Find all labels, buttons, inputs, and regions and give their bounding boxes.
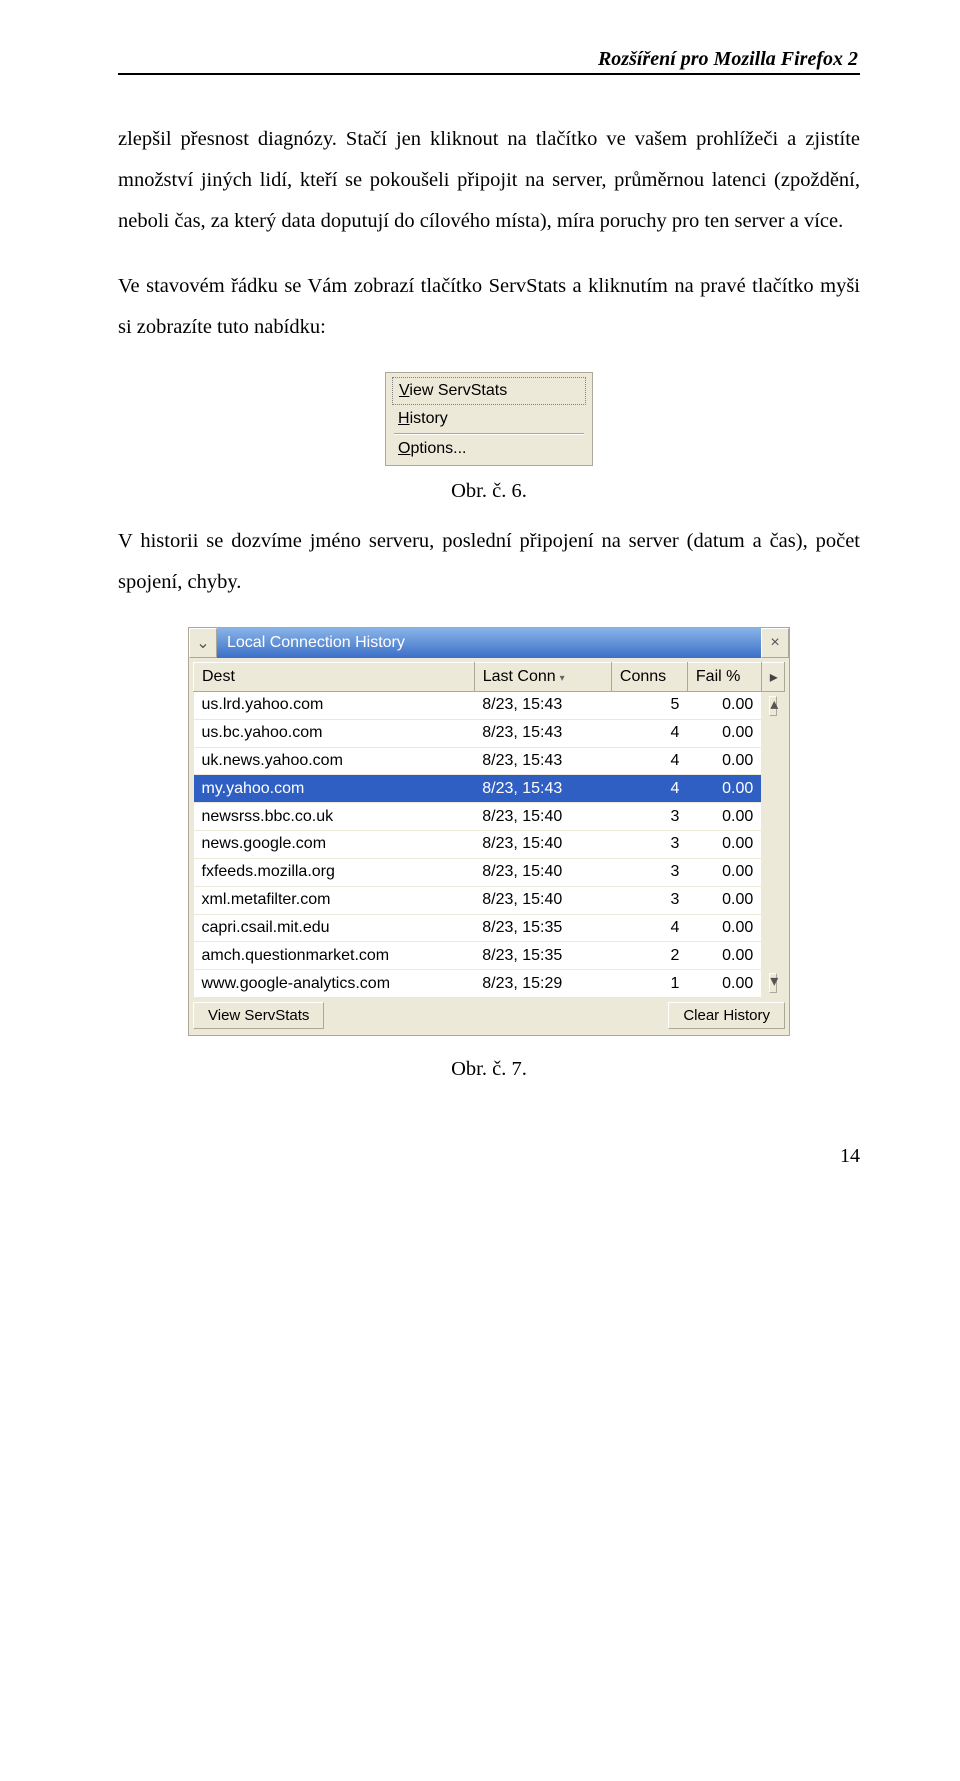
menu-separator xyxy=(394,433,584,435)
th-last[interactable]: Last Conn▾ xyxy=(474,663,611,692)
cell-fail: 0.00 xyxy=(687,803,761,831)
cell-last-conn: 8/23, 15:43 xyxy=(474,747,611,775)
header-rule xyxy=(118,73,860,75)
cell-conns: 5 xyxy=(611,692,687,720)
running-header: Rozšíření pro Mozilla Firefox 2 xyxy=(118,48,860,71)
clear-history-button[interactable]: Clear History xyxy=(668,1002,785,1029)
table-row[interactable]: us.lrd.yahoo.com8/23, 15:4350.00▴▾ xyxy=(194,692,785,720)
cell-conns: 2 xyxy=(611,942,687,970)
table-row[interactable]: www.google-analytics.com8/23, 15:2910.00 xyxy=(194,970,785,998)
cell-dest: capri.csail.mit.edu xyxy=(194,914,475,942)
view-servstats-button[interactable]: View ServStats xyxy=(193,1002,324,1029)
th-conns[interactable]: Conns xyxy=(611,663,687,692)
cell-fail: 0.00 xyxy=(687,970,761,998)
paragraph-2: Ve stavovém řádku se Vám zobrazí tlačítk… xyxy=(118,266,860,348)
cell-fail: 0.00 xyxy=(687,692,761,720)
cell-last-conn: 8/23, 15:43 xyxy=(474,775,611,803)
cell-last-conn: 8/23, 15:35 xyxy=(474,914,611,942)
cell-conns: 3 xyxy=(611,886,687,914)
cell-fail: 0.00 xyxy=(687,747,761,775)
cell-conns: 3 xyxy=(611,803,687,831)
cell-last-conn: 8/23, 15:40 xyxy=(474,803,611,831)
cell-last-conn: 8/23, 15:43 xyxy=(474,692,611,720)
cell-dest: amch.questionmarket.com xyxy=(194,942,475,970)
paragraph-1: zlepšil přesnost diagnózy. Stačí jen kli… xyxy=(118,119,860,242)
scroll-up-icon[interactable]: ▴ xyxy=(769,696,776,716)
cell-last-conn: 8/23, 15:40 xyxy=(474,886,611,914)
column-options-button[interactable]: ▸ xyxy=(761,663,784,692)
scroll-down-icon[interactable]: ▾ xyxy=(769,973,776,993)
cell-last-conn: 8/23, 15:29 xyxy=(474,970,611,998)
table-row[interactable]: amch.questionmarket.com8/23, 15:3520.00 xyxy=(194,942,785,970)
cell-last-conn: 8/23, 15:43 xyxy=(474,719,611,747)
th-fail[interactable]: Fail % xyxy=(687,663,761,692)
cell-dest: news.google.com xyxy=(194,831,475,859)
cell-conns: 4 xyxy=(611,747,687,775)
figure-6-caption: Obr. č. 6. xyxy=(118,480,860,503)
paragraph-3: V historii se dozvíme jméno serveru, pos… xyxy=(118,521,860,603)
cell-dest: us.lrd.yahoo.com xyxy=(194,692,475,720)
page-number: 14 xyxy=(118,1145,860,1168)
cell-last-conn: 8/23, 15:35 xyxy=(474,942,611,970)
cell-fail: 0.00 xyxy=(687,831,761,859)
cell-dest: uk.news.yahoo.com xyxy=(194,747,475,775)
menu-item-history[interactable]: History xyxy=(390,407,588,431)
cell-conns: 4 xyxy=(611,914,687,942)
cell-last-conn: 8/23, 15:40 xyxy=(474,831,611,859)
cell-dest: newsrss.bbc.co.uk xyxy=(194,803,475,831)
table-row[interactable]: news.google.com8/23, 15:4030.00 xyxy=(194,831,785,859)
cell-conns: 4 xyxy=(611,775,687,803)
cell-fail: 0.00 xyxy=(687,719,761,747)
figure-7-caption: Obr. č. 7. xyxy=(118,1058,860,1081)
menu-item-options[interactable]: Options... xyxy=(390,437,588,461)
cell-fail: 0.00 xyxy=(687,942,761,970)
cell-conns: 3 xyxy=(611,831,687,859)
cell-fail: 0.00 xyxy=(687,775,761,803)
cell-dest: www.google-analytics.com xyxy=(194,970,475,998)
table-row[interactable]: my.yahoo.com8/23, 15:4340.00 xyxy=(194,775,785,803)
menu-item-view-servstats[interactable]: View ServStats xyxy=(392,377,586,405)
sort-indicator-icon: ▾ xyxy=(556,673,565,684)
cell-dest: my.yahoo.com xyxy=(194,775,475,803)
close-button[interactable]: × xyxy=(761,628,789,658)
cell-conns: 4 xyxy=(611,719,687,747)
cell-fail: 0.00 xyxy=(687,886,761,914)
table-row[interactable]: us.bc.yahoo.com8/23, 15:4340.00 xyxy=(194,719,785,747)
scrollbar[interactable]: ▴▾ xyxy=(761,692,784,998)
table-row[interactable]: fxfeeds.mozilla.org8/23, 15:4030.00 xyxy=(194,858,785,886)
cell-conns: 3 xyxy=(611,858,687,886)
cell-fail: 0.00 xyxy=(687,858,761,886)
table-row[interactable]: capri.csail.mit.edu8/23, 15:3540.00 xyxy=(194,914,785,942)
window-title: Local Connection History xyxy=(217,628,761,658)
cell-dest: fxfeeds.mozilla.org xyxy=(194,858,475,886)
cell-fail: 0.00 xyxy=(687,914,761,942)
connection-history-window: ⌄ Local Connection History × Dest Last C… xyxy=(188,627,790,1036)
table-row[interactable]: uk.news.yahoo.com8/23, 15:4340.00 xyxy=(194,747,785,775)
cell-dest: us.bc.yahoo.com xyxy=(194,719,475,747)
th-dest[interactable]: Dest xyxy=(194,663,475,692)
history-table: Dest Last Conn▾ Conns Fail % ▸ us.lrd.ya… xyxy=(193,662,785,998)
cell-conns: 1 xyxy=(611,970,687,998)
servstats-context-menu: View ServStats History Options... xyxy=(385,372,593,466)
expand-button[interactable]: ⌄ xyxy=(189,628,217,658)
table-row[interactable]: newsrss.bbc.co.uk8/23, 15:4030.00 xyxy=(194,803,785,831)
cell-last-conn: 8/23, 15:40 xyxy=(474,858,611,886)
table-row[interactable]: xml.metafilter.com8/23, 15:4030.00 xyxy=(194,886,785,914)
cell-dest: xml.metafilter.com xyxy=(194,886,475,914)
